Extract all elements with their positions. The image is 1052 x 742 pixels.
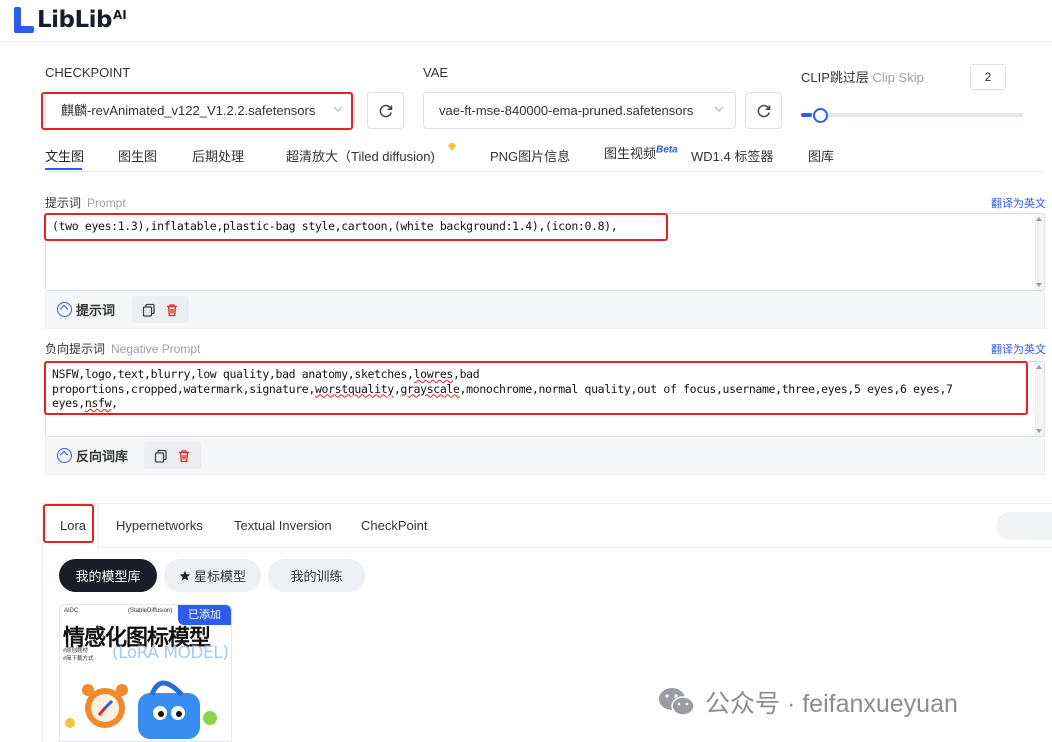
negative-translate-link[interactable]: 翻译为英文 bbox=[991, 341, 1046, 357]
tab-img2video[interactable]: 图生视频Beta bbox=[604, 143, 678, 162]
prompt-toolbar: 提示词 bbox=[45, 291, 1045, 329]
checkpoint-refresh-button[interactable] bbox=[367, 92, 404, 129]
refresh-icon bbox=[757, 104, 770, 117]
card-sub-2: #简下载方式 bbox=[63, 656, 94, 662]
negative-library-button[interactable]: 反向词库 bbox=[57, 446, 128, 465]
prompt-library-button[interactable]: 提示词 bbox=[57, 300, 115, 319]
negative-text: proportions,cropped,watermark,signature, bbox=[52, 381, 315, 396]
spellcheck-word: grayscale bbox=[400, 381, 460, 396]
chip-my-models[interactable]: 我的模型库 bbox=[59, 559, 157, 592]
mode-tabs: 文生图 图生图 后期处理 超清放大（Tiled diffusion) PNG图片… bbox=[45, 143, 1045, 171]
prompt-label-zh: 提示词 bbox=[45, 196, 82, 210]
extra-networks-tabs: Lora Hypernetworks Textual Inversion Che… bbox=[43, 504, 1052, 549]
logo-mark-icon bbox=[14, 7, 34, 33]
card-artwork bbox=[65, 680, 217, 739]
watermark: 公众号 · feifanxueyuan bbox=[657, 684, 958, 720]
tab-txt2img[interactable]: 文生图 bbox=[45, 146, 84, 165]
star-icon bbox=[179, 570, 191, 581]
prompt-actions bbox=[132, 296, 189, 323]
tab-wd14-tagger[interactable]: WD1.4 标签器 bbox=[691, 146, 773, 165]
prompt-text: (two eyes:1.3),inflatable,plastic-bag st… bbox=[52, 219, 618, 233]
checkpoint-value: 麒麟-revAnimated_v122_V1.2.2.safetensors bbox=[61, 103, 316, 118]
spellcheck-word: nsfw bbox=[84, 396, 112, 410]
prompt-textarea[interactable]: (two eyes:1.3),inflatable,plastic-bag st… bbox=[45, 213, 1045, 291]
card-sub-1: #原创题材 bbox=[63, 648, 89, 654]
negative-line-2: proportions,cropped,watermark,signature,… bbox=[52, 382, 1038, 397]
tab-postprocess[interactable]: 后期处理 bbox=[192, 146, 244, 165]
logo-ai-text: AI bbox=[113, 8, 127, 22]
refresh-icon bbox=[379, 104, 392, 117]
card-lora-text: (LoRA MODEL) bbox=[112, 643, 229, 663]
negative-prompt-label-en: Negative Prompt bbox=[111, 342, 201, 356]
chevron-down-icon bbox=[714, 106, 724, 112]
negative-toolbar: 反向词库 bbox=[45, 437, 1045, 475]
tab-lora[interactable]: Lora bbox=[60, 518, 86, 533]
active-tab-underline bbox=[45, 168, 82, 170]
watermark-text: 公众号 · feifanxueyuan bbox=[705, 690, 958, 718]
logo-text: LibLib bbox=[37, 7, 113, 33]
search-pill[interactable] bbox=[996, 512, 1052, 540]
negative-prompt-label: 负向提示词 Negative Prompt bbox=[45, 340, 200, 357]
slider-fill bbox=[801, 113, 813, 117]
negative-line-1: NSFW,logo,text,blurry,low quality,bad an… bbox=[52, 367, 1038, 382]
clip-skip-slider-thumb[interactable] bbox=[813, 108, 828, 123]
copy-icon[interactable] bbox=[154, 449, 168, 463]
tab-hypernetworks[interactable]: Hypernetworks bbox=[116, 518, 203, 533]
collapse-up-icon bbox=[57, 302, 72, 317]
spellcheck-word: worstquality bbox=[314, 381, 394, 396]
clip-skip-label: CLIP跳过层 Clip Skip bbox=[801, 67, 924, 86]
trash-icon[interactable] bbox=[165, 303, 179, 317]
negative-text: , bbox=[111, 396, 118, 410]
beta-badge: Beta bbox=[656, 144, 678, 156]
negative-prompt-label-zh: 负向提示词 bbox=[45, 342, 106, 356]
copy-icon[interactable] bbox=[142, 303, 156, 317]
tab-checkpoint[interactable]: CheckPoint bbox=[361, 518, 427, 533]
tab-img2video-label: 图生视频 bbox=[604, 146, 657, 161]
checkpoint-select[interactable]: 麒麟-revAnimated_v122_V1.2.2.safetensors bbox=[45, 92, 355, 129]
vae-value: vae-ft-mse-840000-ema-pruned.safetensors bbox=[439, 103, 694, 118]
diamond-icon bbox=[448, 143, 456, 151]
vae-select[interactable]: vae-ft-mse-840000-ema-pruned.safetensors bbox=[423, 92, 736, 129]
tabs-divider bbox=[45, 171, 1045, 172]
vae-refresh-button[interactable] bbox=[745, 92, 782, 129]
top-bar: LibLib AI bbox=[0, 0, 1052, 42]
chip-starred-models[interactable]: 星标模型 bbox=[164, 559, 261, 592]
wechat-icon bbox=[659, 688, 695, 716]
prompt-library-label: 提示词 bbox=[76, 303, 116, 318]
liblib-logo[interactable]: LibLib AI bbox=[14, 7, 127, 33]
clip-skip-label-en: Clip Skip bbox=[872, 70, 924, 85]
negative-actions bbox=[144, 442, 201, 469]
prompt-scrollbar[interactable] bbox=[1035, 214, 1044, 290]
prompt-label: 提示词 Prompt bbox=[45, 194, 126, 211]
spellcheck-word: lowres bbox=[413, 367, 454, 381]
card-small-right: (StableDiffusion) bbox=[128, 608, 173, 614]
tab-tiled-diffusion[interactable]: 超清放大（Tiled diffusion) bbox=[286, 146, 435, 165]
tab-textual-inversion[interactable]: Textual Inversion bbox=[234, 518, 332, 533]
card-small-left: AIDC bbox=[64, 608, 79, 614]
collapse-up-icon bbox=[57, 448, 72, 463]
negative-scrollbar[interactable] bbox=[1035, 362, 1044, 436]
negative-prompt-textarea[interactable]: NSFW,logo,text,blurry,low quality,bad an… bbox=[45, 361, 1045, 437]
chevron-down-icon bbox=[333, 106, 343, 112]
prompt-translate-link[interactable]: 翻译为英文 bbox=[991, 195, 1046, 211]
tab-img2img[interactable]: 图生图 bbox=[118, 146, 157, 165]
negative-line-3: eyes,nsfw, bbox=[52, 396, 1038, 411]
tab-gallery[interactable]: 图库 bbox=[808, 146, 834, 165]
vae-label: VAE bbox=[423, 65, 449, 80]
clip-skip-slider[interactable] bbox=[801, 113, 1023, 117]
negative-text: NSFW,logo,text,blurry,low quality,bad an… bbox=[52, 367, 414, 381]
prompt-label-en: Prompt bbox=[87, 196, 126, 210]
negative-text: ,monochrome,normal quality,out of focus,… bbox=[459, 381, 953, 396]
negative-text: ,bad bbox=[453, 367, 480, 381]
negative-library-label: 反向词库 bbox=[76, 449, 129, 464]
trash-icon[interactable] bbox=[177, 449, 191, 463]
chip-starred-label: 星标模型 bbox=[193, 569, 246, 584]
chip-my-training[interactable]: 我的训练 bbox=[268, 559, 365, 592]
tab-png-info[interactable]: PNG图片信息 bbox=[490, 146, 570, 165]
checkpoint-label: CHECKPOINT bbox=[45, 65, 131, 80]
clip-skip-input[interactable]: 2 bbox=[970, 64, 1006, 90]
clip-skip-label-zh: CLIP跳过层 bbox=[801, 70, 869, 85]
negative-text: eyes, bbox=[52, 396, 85, 410]
lora-model-card[interactable]: AIDC (StableDiffusion) 已添加 情感化图标模型 #原创题材… bbox=[59, 604, 232, 742]
